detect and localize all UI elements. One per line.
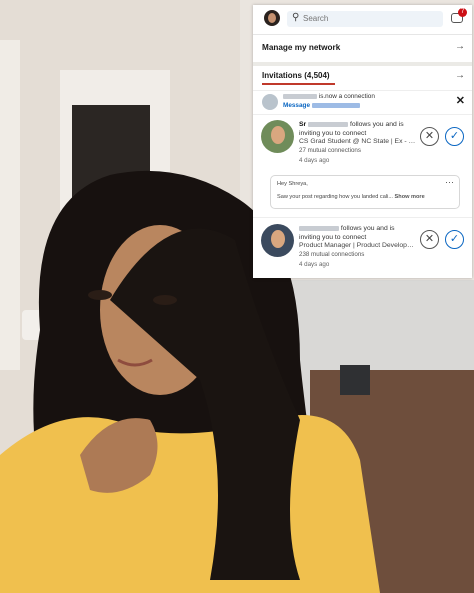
invitation-time: 4 days ago <box>299 261 330 269</box>
invitations-row[interactable]: Invitations (4,504) → <box>253 67 472 86</box>
invitation-headline: CS Grad Student @ NC State | Ex - Sr. ..… <box>299 138 417 146</box>
accept-button[interactable]: ✓ <box>445 127 464 146</box>
notice-message-row: Message <box>283 102 360 109</box>
more-icon[interactable]: ⋯ <box>445 177 454 188</box>
connection-notice: is.now a connection Message ✕ <box>253 90 472 112</box>
note-greeting: Hey Shreya, <box>277 181 308 187</box>
show-more-link[interactable]: Show more <box>395 194 425 200</box>
invitation-title-row: follows you and is inviting you to conne… <box>299 225 417 242</box>
notice-avatar <box>262 94 278 110</box>
invitation-card: Sr follows you and is inviting you to co… <box>253 114 472 175</box>
manage-my-network-row[interactable]: Manage my network → <box>253 36 472 61</box>
mutual-connections[interactable]: 27 mutual connections <box>299 147 417 156</box>
redacted-name <box>283 93 317 99</box>
invitation-title-row: Sr follows you and is inviting you to co… <box>299 121 417 138</box>
redacted-name <box>311 102 360 108</box>
search-input[interactable] <box>303 12 433 25</box>
arrow-right-icon: → <box>455 70 465 81</box>
invitation-name[interactable]: Sr <box>299 121 306 128</box>
ignore-button[interactable]: ✕ <box>420 230 439 249</box>
invitation-note: Hey Shreya, ⋯ Saw your post regarding ho… <box>270 175 460 209</box>
invitations-underline <box>262 83 335 85</box>
invitation-body: follows you and is inviting you to conne… <box>299 225 417 270</box>
invitation-headline: Product Manager | Product Developm... <box>299 242 417 250</box>
notice-text: is.now a connection <box>318 93 375 100</box>
close-icon[interactable]: ✕ <box>456 94 465 107</box>
invitation-card: follows you and is inviting you to conne… <box>253 217 472 278</box>
ignore-button[interactable]: ✕ <box>420 127 439 146</box>
mutual-connections[interactable]: 238 mutual connections <box>299 251 417 260</box>
accept-button[interactable]: ✓ <box>445 230 464 249</box>
search-icon: ⚲ <box>292 12 300 23</box>
message-count-badge: 7 <box>458 8 467 17</box>
note-body-row: Saw your post regarding how you landed c… <box>277 194 425 200</box>
redacted-name <box>299 225 339 231</box>
search-bar[interactable]: ⚲ <box>287 11 443 27</box>
invitation-avatar[interactable] <box>261 224 294 257</box>
arrow-right-icon: → <box>455 41 465 52</box>
invitation-time: 4 days ago <box>299 157 330 165</box>
notice-text-row: is.now a connection <box>283 93 375 100</box>
divider <box>253 62 472 66</box>
profile-avatar[interactable] <box>264 10 280 26</box>
message-link[interactable]: Message <box>283 102 310 109</box>
invitations-label: Invitations (4,504) <box>262 71 330 80</box>
linkedin-network-panel: ⚲ 7 Manage my network → Invitations (4,5… <box>253 5 472 278</box>
manage-my-network-label: Manage my network <box>262 43 341 52</box>
top-bar: ⚲ 7 <box>253 5 472 35</box>
note-body: Saw your post regarding how you landed c… <box>277 194 393 200</box>
redacted-name <box>308 121 349 127</box>
invitation-body: Sr follows you and is inviting you to co… <box>299 121 417 166</box>
invitation-avatar[interactable] <box>261 120 294 153</box>
